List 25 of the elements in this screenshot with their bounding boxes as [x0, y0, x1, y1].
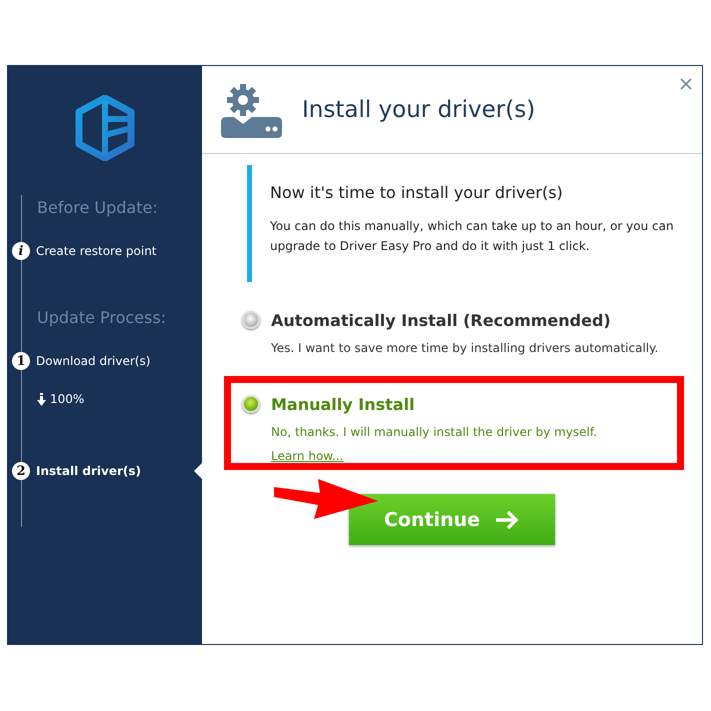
- section-heading: Before Update:: [36, 196, 159, 218]
- download-icon: [37, 392, 46, 406]
- option-title: Automatically Install (Recommended): [271, 310, 611, 330]
- progress-text: 100%: [50, 392, 84, 406]
- option-description: Yes. I want to save more time by installing drivers automatically.: [271, 341, 658, 355]
- notice-heading: Now it's time to install your driver(s): [270, 182, 564, 202]
- step-label: Download driver(s): [36, 354, 150, 368]
- learn-how-link[interactable]: Learn how...: [271, 449, 344, 463]
- option-description: No, thanks. I will manually install the driver by myself.: [271, 425, 598, 439]
- logo-icon: [74, 95, 134, 161]
- close-icon[interactable]: [680, 78, 692, 90]
- notice-text: You can do this manually, which can take up to an hour, or you can upgrade to Driver Easy Pro and do it with just 1 click.: [270, 218, 675, 255]
- radio-button[interactable]: [242, 395, 260, 413]
- step-badge: 2: [12, 462, 30, 480]
- section-heading: Update Process:: [36, 306, 168, 328]
- step-badge: 1: [12, 352, 30, 370]
- step-label: Install driver(s): [36, 464, 141, 478]
- option-title: Manually Install: [271, 394, 415, 414]
- continue-button[interactable]: Continue: [349, 494, 555, 545]
- arrow-right-icon: [494, 510, 520, 530]
- window-title: Install your driver(s): [302, 96, 536, 122]
- radio-button[interactable]: [242, 311, 260, 329]
- step-badge: i: [12, 242, 30, 260]
- step-label: Create restore point: [36, 244, 157, 258]
- gear-drive-icon: [221, 82, 282, 138]
